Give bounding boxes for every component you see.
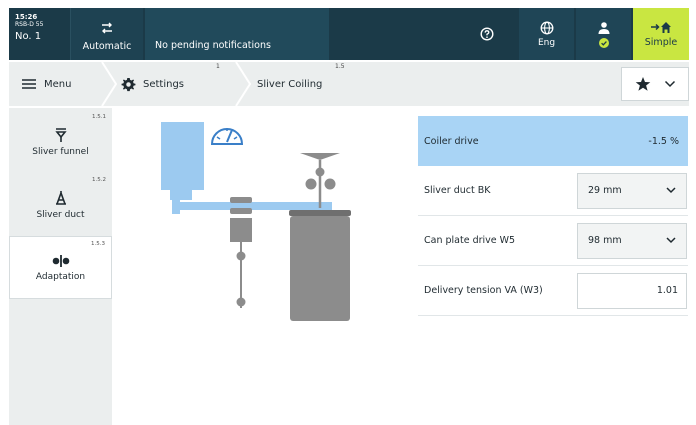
can-plate-label: Can plate drive W5 bbox=[424, 235, 516, 246]
notifications-button[interactable]: No pending notifications bbox=[145, 8, 329, 60]
delivery-tension-input[interactable]: 1.01 bbox=[577, 272, 687, 309]
top-bar: 15:26 RSB-D 55 No. 1 Automatic No pendin… bbox=[9, 8, 689, 60]
coiler-drive-value[interactable]: -1.5 % bbox=[577, 123, 687, 159]
adaptation-icon bbox=[52, 254, 69, 267]
gear-icon bbox=[121, 77, 136, 91]
globe-icon bbox=[540, 21, 553, 34]
simple-mode-button[interactable]: Simple bbox=[633, 8, 689, 60]
clock: 15:26 bbox=[15, 13, 38, 21]
sliver-duct-value: 29 mm bbox=[588, 185, 622, 196]
coiling-number: 1.5 bbox=[335, 63, 345, 70]
can-plate-value: 98 mm bbox=[588, 235, 622, 246]
sidebar-item-adaptation[interactable]: 1.5.3 Adaptation bbox=[9, 236, 112, 299]
menu-button[interactable]: Menu bbox=[9, 62, 114, 106]
param-row-can-plate-drive: Can plate drive W5 98 mm bbox=[418, 216, 688, 266]
chevron-down-icon bbox=[666, 237, 676, 244]
sliver-can bbox=[290, 216, 350, 321]
language-label: Eng bbox=[537, 37, 556, 48]
can-plate-select[interactable]: 98 mm bbox=[577, 222, 687, 259]
breadcrumb-separator bbox=[101, 62, 117, 106]
coiling-label: Sliver Coiling bbox=[257, 78, 323, 90]
breadcrumb-sliver-coiling[interactable]: Sliver Coiling bbox=[257, 62, 322, 106]
swap-arrows-icon bbox=[102, 22, 112, 34]
sliver-duct-bar bbox=[172, 202, 332, 210]
machine-code: RSB-D 55 bbox=[15, 21, 44, 28]
sidebar-item-number: 1.5.3 bbox=[91, 241, 105, 247]
menu-label: Menu bbox=[44, 78, 72, 90]
language-button[interactable]: Eng bbox=[519, 8, 574, 60]
param-row-delivery-tension: Delivery tension VA (W3) 1.01 bbox=[418, 266, 688, 316]
machine-info[interactable]: 15:26 RSB-D 55 No. 1 bbox=[9, 8, 71, 60]
settings-label: Settings bbox=[143, 78, 185, 90]
sidebar-item-label: Adaptation bbox=[35, 271, 86, 282]
simple-label: Simple bbox=[644, 37, 678, 48]
arrow-home-icon bbox=[651, 22, 671, 33]
param-row-sliver-duct: Sliver duct BK 29 mm bbox=[418, 166, 688, 216]
mode-label: Automatic bbox=[82, 41, 132, 52]
user-button[interactable] bbox=[576, 8, 631, 60]
chevron-down-icon bbox=[664, 80, 675, 88]
breadcrumb-separator bbox=[235, 62, 251, 106]
delivery-tension-label: Delivery tension VA (W3) bbox=[424, 285, 543, 296]
breadcrumb-settings[interactable]: Settings bbox=[121, 62, 184, 106]
hamburger-icon bbox=[22, 79, 36, 89]
funnel-icon bbox=[54, 127, 67, 142]
breadcrumb: Menu Settings 1 Sliver Coiling 1.5 bbox=[9, 62, 689, 106]
help-icon bbox=[480, 27, 494, 41]
sliver-duct-select[interactable]: 29 mm bbox=[577, 172, 687, 209]
sidebar-item-label: Sliver funnel bbox=[32, 146, 89, 157]
star-icon bbox=[635, 77, 650, 91]
mode-button[interactable]: Automatic bbox=[71, 8, 143, 60]
sidebar-item-number: 1.5.1 bbox=[92, 114, 106, 120]
settings-number: 1 bbox=[216, 63, 220, 70]
machine-number: No. 1 bbox=[15, 31, 42, 42]
param-row-coiler-drive[interactable]: Coiler drive -1.5 % bbox=[418, 116, 688, 166]
user-icon bbox=[598, 21, 609, 34]
duct-icon bbox=[55, 190, 66, 205]
favorites-dropdown[interactable] bbox=[621, 67, 689, 101]
sidebar-item-sliver-duct[interactable]: 1.5.2 Sliver duct bbox=[9, 173, 112, 236]
gauge-icon bbox=[210, 128, 244, 145]
notifications-text: No pending notifications bbox=[155, 40, 271, 51]
drafting-unit bbox=[161, 122, 204, 190]
parameter-list: Coiler drive -1.5 % Sliver duct BK 29 mm… bbox=[418, 116, 688, 316]
sliver-coiling-diagram bbox=[161, 122, 351, 321]
sidebar-item-sliver-funnel[interactable]: 1.5.1 Sliver funnel bbox=[9, 110, 112, 173]
check-badge-icon bbox=[598, 37, 609, 48]
help-button[interactable] bbox=[457, 8, 517, 60]
sidebar-item-label: Sliver duct bbox=[36, 209, 85, 220]
sliver-duct-label: Sliver duct BK bbox=[424, 185, 491, 196]
sidebar-item-number: 1.5.2 bbox=[92, 177, 106, 183]
chevron-down-icon bbox=[666, 187, 676, 194]
coiler-drive-label: Coiler drive bbox=[424, 135, 479, 147]
sidebar: 1.5.1 Sliver funnel 1.5.2 Sliver duct 1.… bbox=[9, 108, 112, 425]
